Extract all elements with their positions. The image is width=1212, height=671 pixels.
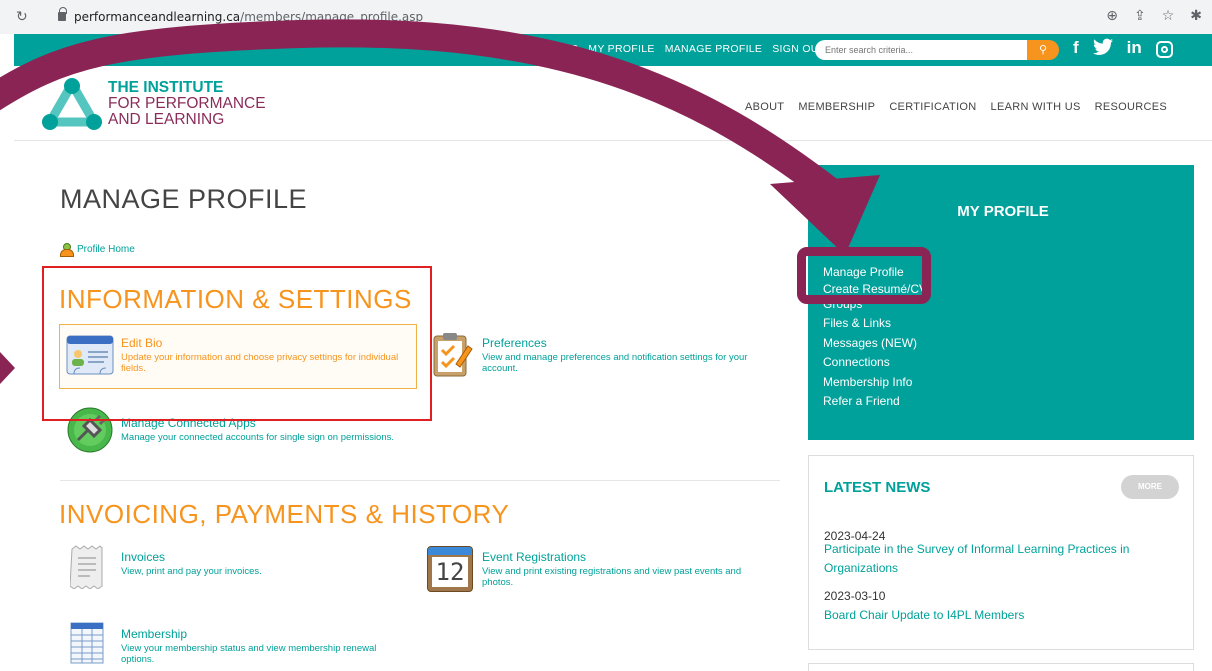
left-arrow-icon	[0, 352, 15, 384]
sidebar-item-messages[interactable]: Messages (NEW)	[823, 334, 927, 354]
manage-apps-desc: Manage your connected accounts for singl…	[121, 432, 395, 443]
event-registrations-title[interactable]: Event Registrations	[482, 550, 772, 564]
header-divider	[14, 140, 1212, 141]
page-title: MANAGE PROFILE	[60, 184, 308, 214]
browser-toolbar: ↻ performanceandlearning.ca/members/mana…	[0, 0, 1212, 34]
logo-line-1: THE INSTITUTE	[108, 79, 224, 96]
event-registrations-item[interactable]: Event Registrations View and print exist…	[482, 550, 772, 588]
my-profile-heading: MY PROFILE	[957, 203, 1049, 220]
twitter-icon[interactable]	[1092, 38, 1113, 61]
invoices-title[interactable]: Invoices	[121, 550, 411, 564]
calendar-day: 12	[432, 557, 468, 587]
institute-logo-icon[interactable]	[42, 78, 102, 130]
bookmark-star-icon[interactable]: ☆	[1162, 8, 1175, 24]
latest-news-panel: LATEST NEWS MORE 2023-04-24 Participate …	[808, 455, 1194, 650]
logo-line-2: FOR PERFORMANCE	[108, 95, 266, 112]
url-path: /members/manage_profile.asp	[240, 10, 424, 24]
invoices-item[interactable]: Invoices View, print and pay your invoic…	[121, 550, 411, 577]
my-profile-link[interactable]: MY PROFILE	[588, 43, 654, 55]
nav-membership[interactable]: MEMBERSHIP	[798, 101, 875, 113]
preferences-title[interactable]: Preferences	[482, 336, 772, 350]
news-link[interactable]: Participate in the Survey of Informal Le…	[824, 540, 1169, 578]
news-link[interactable]: Board Chair Update to I4PL Members	[824, 606, 1169, 625]
invoicing-heading: INVOICING, PAYMENTS & HISTORY	[59, 499, 510, 529]
zoom-icon[interactable]: ⊕	[1106, 8, 1118, 24]
preferences-item[interactable]: Preferences View and manage preferences …	[482, 336, 772, 374]
reload-icon[interactable]: ↻	[16, 9, 28, 25]
lock-icon[interactable]	[58, 7, 67, 21]
linkedin-icon[interactable]: in	[1127, 38, 1142, 61]
share-icon[interactable]: ⇪	[1134, 8, 1146, 24]
clipboard-check-icon	[433, 333, 473, 377]
sidebar-item-refer-friend[interactable]: Refer a Friend	[823, 392, 927, 412]
instagram-icon[interactable]	[1155, 41, 1173, 58]
url-domain: performanceandlearning.ca	[74, 10, 241, 24]
highlight-box-maroon	[797, 247, 931, 304]
membership-title[interactable]: Membership	[121, 627, 411, 641]
person-icon	[60, 243, 74, 257]
latest-news-heading: LATEST NEWS	[824, 479, 931, 496]
extensions-icon[interactable]: ✱	[1190, 8, 1202, 24]
nav-learn-with-us[interactable]: LEARN WITH US	[991, 101, 1081, 113]
search-button[interactable]: ⚲	[1027, 40, 1059, 60]
logo-wordmark[interactable]: THE INSTITUTE FOR PERFORMANCE AND LEARNI…	[108, 80, 266, 128]
spreadsheet-icon	[70, 622, 104, 664]
facebook-icon[interactable]: f	[1073, 38, 1079, 61]
section-divider	[60, 480, 780, 481]
contact-us-link[interactable]: CONTACT US	[508, 43, 578, 55]
membership-item[interactable]: Membership View your membership status a…	[121, 627, 411, 665]
profile-home-label: Profile Home	[77, 243, 135, 255]
sidebar-item-membership-info[interactable]: Membership Info	[823, 373, 927, 393]
nav-resources[interactable]: RESOURCES	[1095, 101, 1167, 113]
receipt-icon	[70, 545, 103, 589]
preferences-desc: View and manage preferences and notifica…	[482, 352, 748, 374]
nav-certification[interactable]: CERTIFICATION	[889, 101, 976, 113]
nav-about[interactable]: ABOUT	[745, 101, 784, 113]
sidebar-item-files-links[interactable]: Files & Links	[823, 314, 927, 334]
profile-home-link[interactable]: Profile Home	[60, 243, 135, 257]
news-date: 2023-03-10	[824, 589, 886, 603]
event-registrations-desc: View and print existing registrations an…	[482, 566, 742, 588]
calendar-icon: 12	[427, 546, 473, 592]
sidebar-panel-partial	[808, 663, 1194, 671]
manage-profile-link[interactable]: MANAGE PROFILE	[665, 43, 763, 55]
more-news-button[interactable]: MORE	[1121, 475, 1179, 499]
membership-desc: View your membership status and view mem…	[121, 643, 377, 665]
address-bar[interactable]: performanceandlearning.ca/members/manage…	[74, 10, 423, 24]
main-nav: ABOUT MEMBERSHIP CERTIFICATION LEARN WIT…	[745, 101, 1167, 113]
logo-line-3: AND LEARNING	[108, 111, 225, 128]
search-icon: ⚲	[1038, 43, 1048, 56]
highlight-box-red	[42, 266, 432, 421]
search-input[interactable]	[815, 40, 1027, 60]
invoices-desc: View, print and pay your invoices.	[121, 566, 262, 577]
sidebar-item-connections[interactable]: Connections	[823, 353, 927, 373]
